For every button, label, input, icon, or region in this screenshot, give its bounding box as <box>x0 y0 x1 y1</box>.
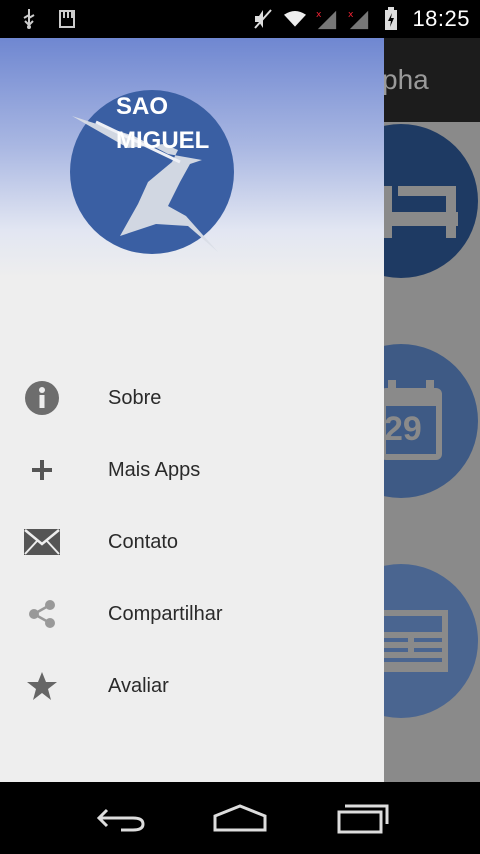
menu-item-sobre[interactable]: Sobre <box>0 368 384 428</box>
recents-icon[interactable] <box>332 798 392 838</box>
menu-item-compartilhar[interactable]: Compartilhar <box>0 584 384 644</box>
plus-icon <box>22 450 62 490</box>
svg-text:x: x <box>348 9 354 20</box>
mute-icon <box>252 8 274 30</box>
status-bar: x x 18:25 <box>0 0 480 38</box>
usb-icon <box>18 8 40 30</box>
navigation-drawer: SAO MIGUEL Sobre Mais Apps Contato Compa… <box>0 38 384 782</box>
menu-item-label: Avaliar <box>108 674 169 697</box>
star-icon <box>22 666 62 706</box>
sd-card-icon <box>56 8 78 30</box>
mail-icon <box>22 522 62 562</box>
logo-text-line1: SAO <box>116 93 168 120</box>
home-icon[interactable] <box>210 798 270 838</box>
signal-icon: x <box>316 8 338 30</box>
app-logo: SAO MIGUEL <box>68 86 236 254</box>
logo-text-line2: MIGUEL <box>116 127 209 154</box>
info-icon <box>22 378 62 418</box>
signal-icon: x <box>348 8 370 30</box>
menu-item-avaliar[interactable]: Avaliar <box>0 656 384 716</box>
wifi-icon <box>284 8 307 30</box>
svg-text:x: x <box>316 9 322 20</box>
menu-item-mais-apps[interactable]: Mais Apps <box>0 440 384 500</box>
menu-item-label: Contato <box>108 530 179 553</box>
back-icon[interactable] <box>90 798 150 838</box>
app-title: pha <box>382 64 429 95</box>
menu-item-contato[interactable]: Contato <box>0 512 384 572</box>
system-nav-bar <box>0 782 480 854</box>
menu-item-label: Mais Apps <box>108 458 201 481</box>
share-icon <box>22 594 62 634</box>
menu-item-label: Compartilhar <box>108 602 223 625</box>
battery-charging-icon <box>380 7 402 30</box>
menu-item-label: Sobre <box>108 386 162 409</box>
status-time: 18:25 <box>412 6 470 31</box>
calendar-date: 29 <box>384 410 422 448</box>
